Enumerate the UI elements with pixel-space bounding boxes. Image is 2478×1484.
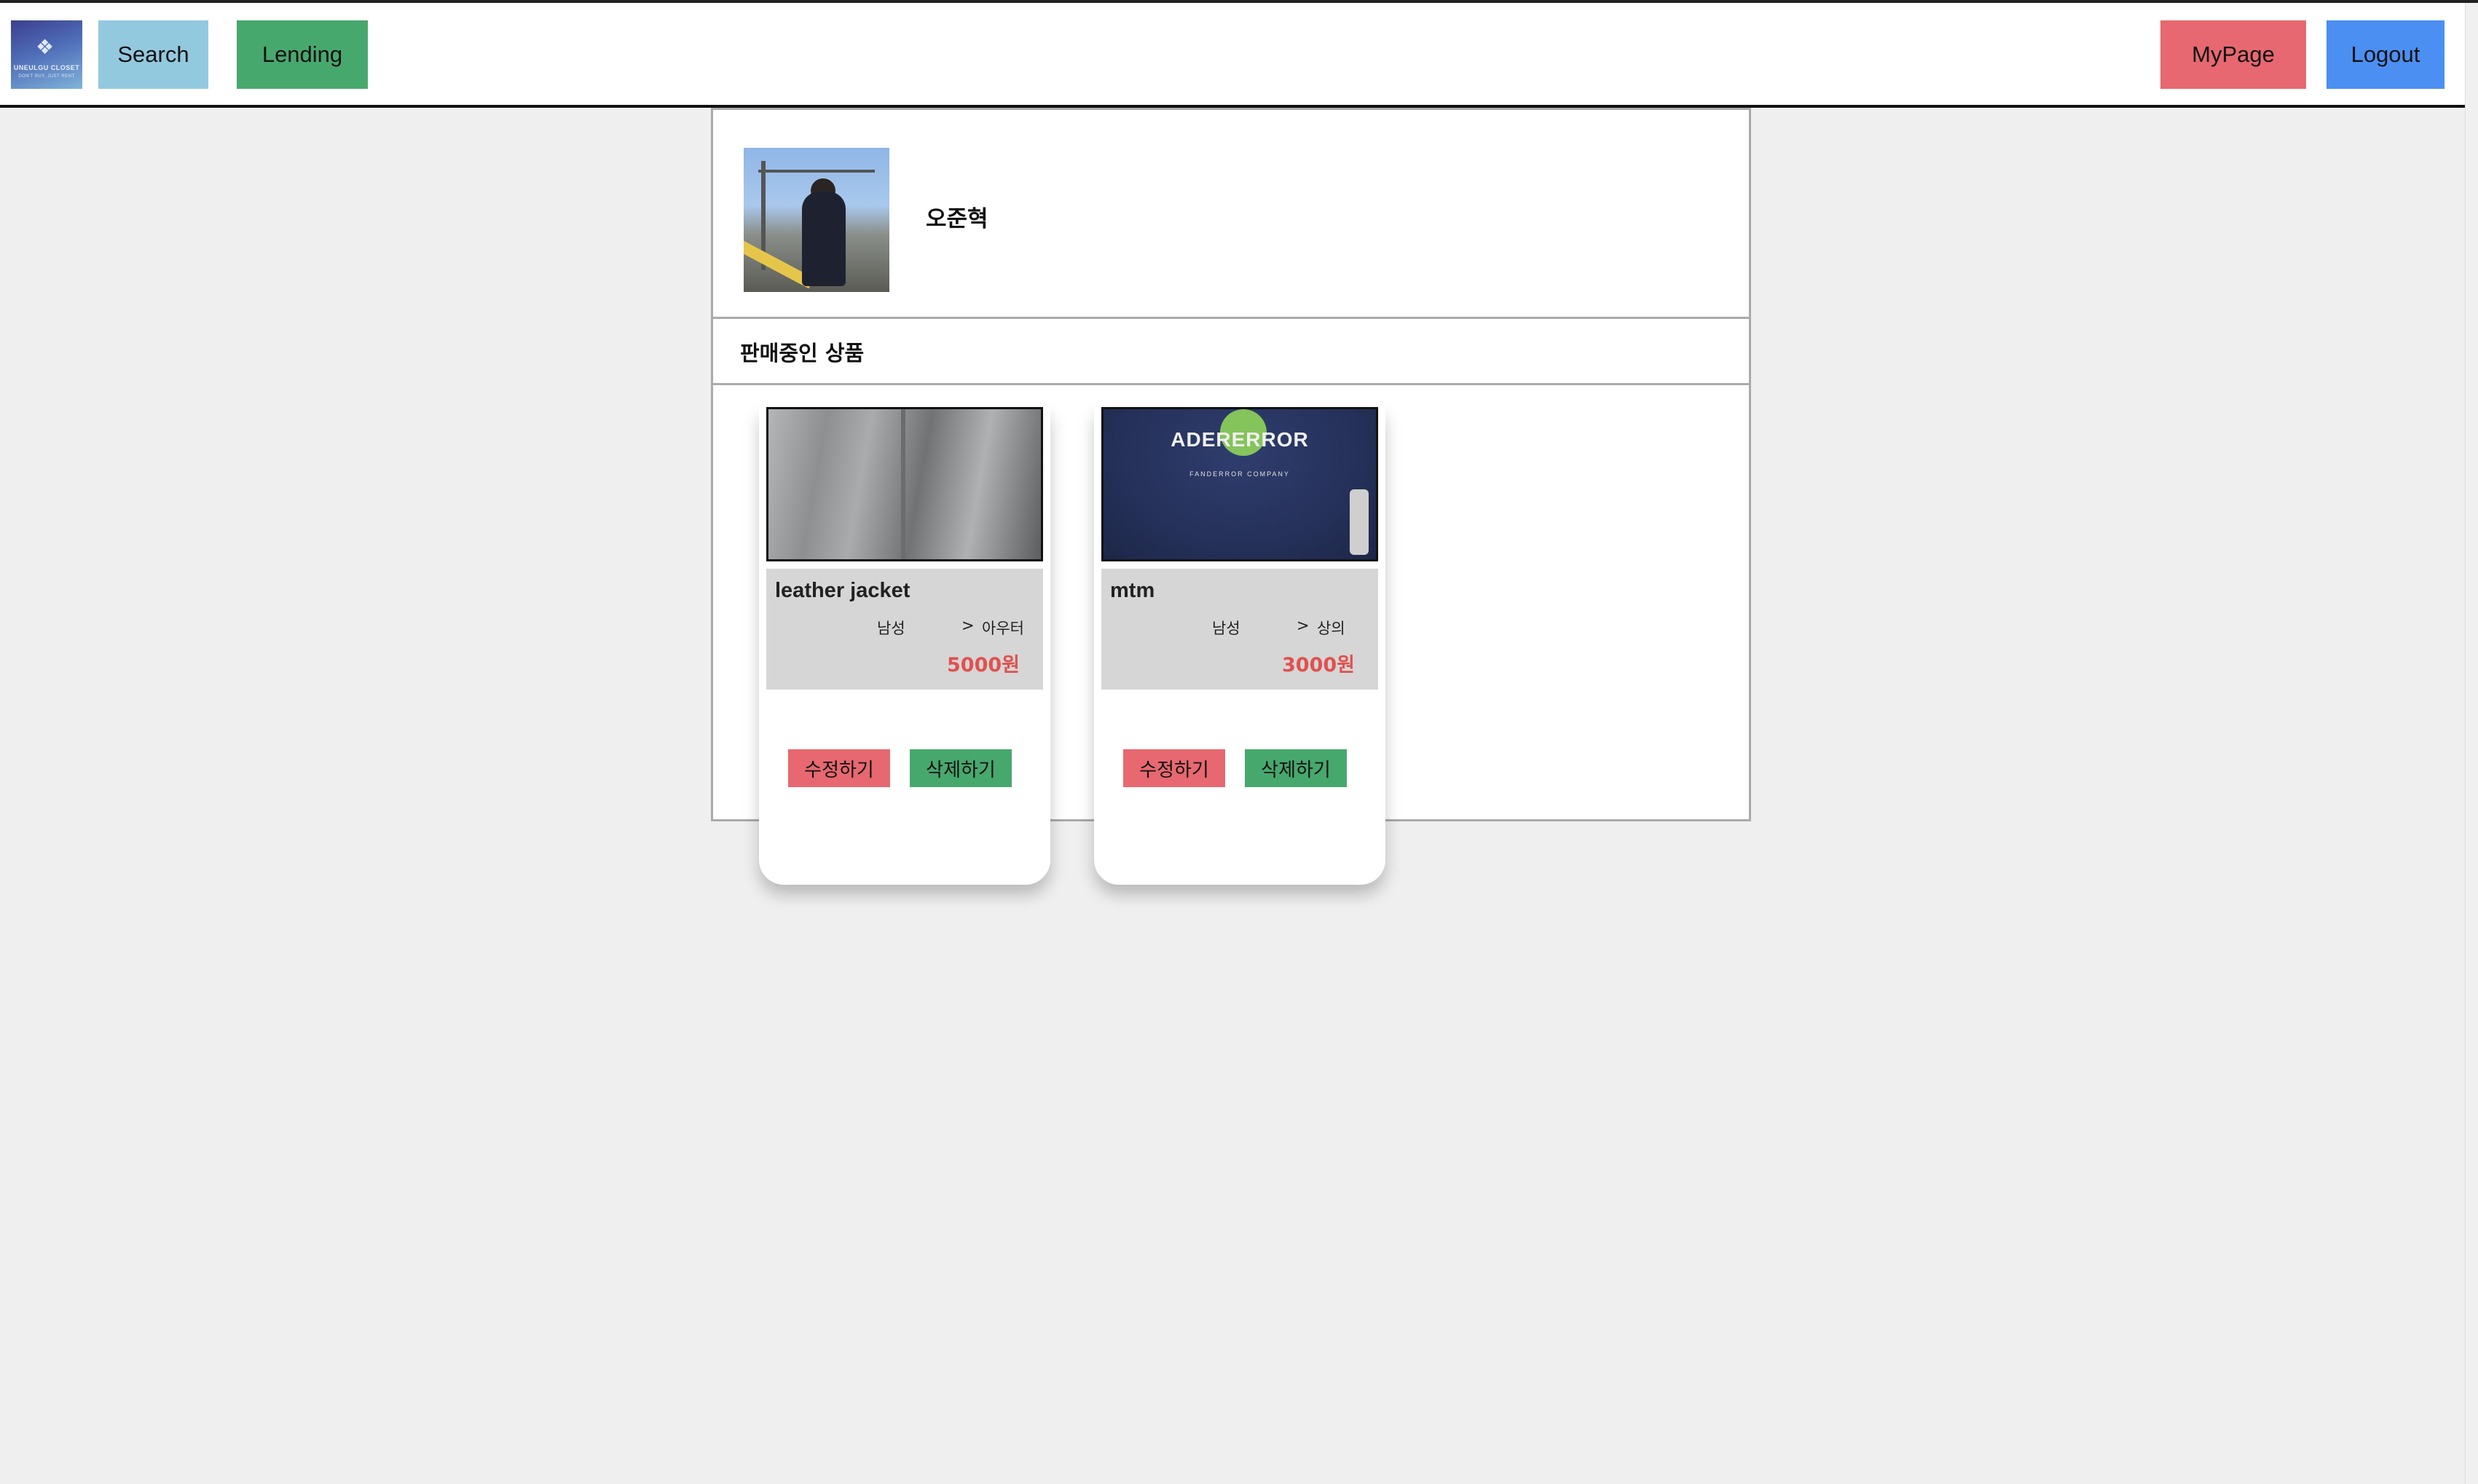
product-category-sub: 아우터 — [982, 620, 1024, 637]
logo-subtitle: DON'T BUY, JUST RENT — [18, 74, 75, 79]
section-title: 판매중인 상품 — [740, 341, 865, 366]
image-brand-text: ADERERROR — [1171, 428, 1309, 451]
product-info: leather jacket 남성 > 아우터 5000원 — [766, 569, 1043, 690]
top-nav-bar: ❖ UNEULGU CLOSET DON'T BUY, JUST RENT Se… — [0, 3, 2465, 108]
product-card[interactable]: leather jacket 남성 > 아우터 5000원 수정하기 삭제하기 — [759, 407, 1050, 885]
lending-button[interactable]: Lending — [237, 20, 368, 89]
product-category-sub: 상의 — [1317, 620, 1345, 637]
product-image[interactable] — [766, 407, 1043, 561]
category-separator: > — [1297, 617, 1310, 634]
mypage-panel: 오준혁 판매중인 상품 leather jacket 남성 > 아우터 5000… — [711, 108, 1751, 885]
logo-title: UNEULGU CLOSET — [13, 64, 80, 71]
logo-mark-icon: ❖ — [36, 35, 55, 59]
product-price: 3000원 — [1282, 654, 1355, 676]
product-category-main: 남성 — [1212, 620, 1240, 637]
product-price: 5000원 — [947, 654, 1020, 676]
product-name: leather jacket — [775, 579, 910, 602]
profile-username: 오준혁 — [926, 206, 988, 232]
delete-product-button[interactable]: 삭제하기 — [910, 749, 1012, 787]
product-card[interactable]: ADERERROR FANDERROR COMPANY mtm 남성 > 상의 … — [1094, 407, 1385, 885]
vertical-scrollbar[interactable] — [2465, 3, 2478, 1484]
edit-product-button[interactable]: 수정하기 — [788, 749, 890, 787]
image-subtext: FANDERROR COMPANY — [1189, 470, 1290, 478]
product-image[interactable]: ADERERROR FANDERROR COMPANY — [1101, 407, 1378, 561]
product-info: mtm 남성 > 상의 3000원 — [1101, 569, 1378, 690]
avatar — [744, 148, 889, 292]
edit-product-button[interactable]: 수정하기 — [1123, 749, 1225, 787]
product-name: mtm — [1110, 579, 1155, 602]
category-separator: > — [961, 617, 975, 634]
delete-product-button[interactable]: 삭제하기 — [1245, 749, 1347, 787]
mypage-button[interactable]: MyPage — [2160, 20, 2306, 89]
search-button[interactable]: Search — [98, 20, 208, 89]
site-logo[interactable]: ❖ UNEULGU CLOSET DON'T BUY, JUST RENT — [11, 20, 82, 89]
profile-section: 오준혁 — [713, 110, 1749, 319]
product-category-main: 남성 — [877, 620, 905, 637]
logout-button[interactable]: Logout — [2326, 20, 2444, 89]
selling-section-header: 판매중인 상품 — [713, 319, 1749, 385]
